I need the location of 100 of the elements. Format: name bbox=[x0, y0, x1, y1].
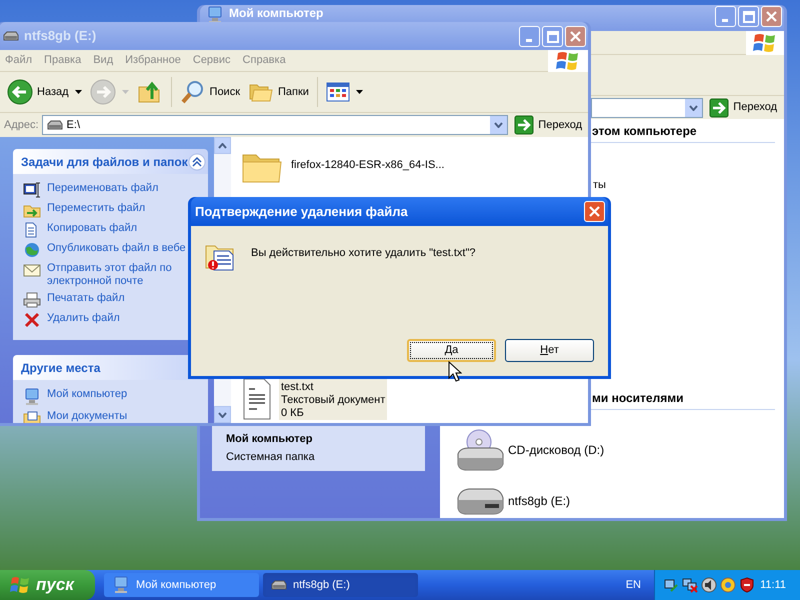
toolbar-button[interactable]: Папки bbox=[246, 75, 311, 109]
close-button[interactable] bbox=[565, 26, 586, 46]
caret-icon bbox=[356, 90, 363, 94]
maximize-icon bbox=[545, 28, 560, 44]
menu-item[interactable]: Правка bbox=[38, 52, 88, 69]
task-link[interactable]: Переименовать файл bbox=[47, 182, 158, 195]
panel-title: Другие места bbox=[21, 360, 100, 376]
window-title: ntfs8gb (E:) bbox=[24, 27, 96, 46]
envelope-icon bbox=[23, 262, 41, 278]
menu-item[interactable]: Вид bbox=[87, 52, 120, 69]
network-icon bbox=[663, 577, 679, 593]
panel-header[interactable]: Другие места bbox=[13, 355, 208, 380]
menu-item[interactable]: Файл bbox=[0, 52, 38, 69]
drive-icon bbox=[3, 30, 19, 42]
file-type: Текстовый документ bbox=[281, 394, 386, 407]
address-field[interactable] bbox=[591, 98, 704, 118]
taskbar-button[interactable]: ntfs8gb (E:) bbox=[263, 573, 418, 597]
drive-icon bbox=[46, 120, 63, 130]
maximize-icon bbox=[741, 9, 756, 24]
section-heading: ми носителями bbox=[592, 391, 684, 405]
file-name: firefox-12840-ESR-x86_64-IS... bbox=[291, 159, 444, 172]
clock: 11:11 bbox=[760, 578, 786, 593]
cd-drive-icon bbox=[455, 428, 505, 472]
views-icon bbox=[326, 82, 350, 102]
shield-icon bbox=[739, 577, 755, 593]
file-name: test.txt bbox=[281, 381, 314, 394]
delete-icon bbox=[23, 312, 41, 328]
drive-label[interactable]: ntfs8gb (E:) bbox=[508, 492, 570, 510]
minimize-button[interactable] bbox=[715, 6, 736, 27]
go-button[interactable]: Переход bbox=[706, 96, 780, 118]
minimize-icon bbox=[722, 19, 729, 22]
maximize-button[interactable] bbox=[738, 6, 759, 27]
start-button[interactable]: пуск bbox=[0, 570, 95, 600]
globe-icon bbox=[23, 242, 41, 258]
documents-folder-icon bbox=[23, 410, 41, 423]
scroll-down-button[interactable] bbox=[214, 406, 231, 423]
scroll-up-button[interactable] bbox=[214, 137, 231, 154]
menu-item[interactable]: Справка bbox=[236, 52, 292, 69]
address-label: Адрес: bbox=[3, 118, 39, 133]
task-link[interactable]: Копировать файл bbox=[47, 222, 138, 235]
taskbar-button[interactable]: Мой компьютер bbox=[104, 573, 259, 597]
globe-icon bbox=[720, 577, 736, 593]
close-icon bbox=[764, 9, 779, 24]
details-title: Мой компьютер bbox=[226, 432, 314, 447]
item-label: ты bbox=[592, 178, 607, 192]
caret-icon bbox=[494, 122, 504, 128]
windows-logo-icon bbox=[555, 50, 581, 72]
task-link[interactable]: Мои документы bbox=[47, 410, 128, 423]
computer-icon bbox=[206, 6, 224, 24]
computer-icon bbox=[23, 388, 41, 406]
file-item[interactable]: test.txt Текстовый документ 0 КБ bbox=[279, 377, 388, 420]
task-link[interactable]: Опубликовать файл в вебе bbox=[47, 242, 186, 255]
maximize-button[interactable] bbox=[542, 26, 563, 46]
dialog-button[interactable]: Нет bbox=[505, 339, 594, 362]
drive-label[interactable]: CD-дисковод (D:) bbox=[508, 440, 604, 458]
close-button[interactable] bbox=[761, 6, 782, 27]
search-icon bbox=[180, 79, 206, 105]
file-size: 0 КБ bbox=[281, 407, 305, 420]
close-icon bbox=[587, 204, 602, 219]
language-indicator[interactable]: EN bbox=[626, 576, 641, 594]
close-icon bbox=[568, 28, 583, 44]
collapse-icon bbox=[188, 152, 206, 170]
toolbar-button[interactable]: Назад bbox=[5, 75, 84, 109]
dropdown-button[interactable] bbox=[685, 98, 702, 116]
windows-logo-icon bbox=[752, 32, 778, 54]
dialog-button[interactable]: Да bbox=[407, 339, 496, 362]
caret-icon bbox=[74, 90, 82, 94]
dialog-title: Подтверждение удаления файла bbox=[195, 202, 408, 221]
network-disconnected-icon bbox=[682, 577, 698, 593]
dropdown-button[interactable] bbox=[490, 116, 508, 134]
address-field[interactable]: E:\ bbox=[42, 115, 508, 135]
minimize-button[interactable] bbox=[519, 26, 540, 46]
window-title: Мой компьютер bbox=[229, 6, 324, 20]
rename-icon bbox=[23, 182, 41, 198]
panel-header[interactable]: Задачи для файлов и папок bbox=[13, 149, 208, 174]
printer-icon bbox=[23, 292, 41, 308]
task-link[interactable]: Удалить файл bbox=[47, 312, 120, 325]
task-link[interactable]: Мой компьютер bbox=[47, 388, 128, 401]
task-link[interactable]: Отправить этот файл по электронной почте bbox=[47, 262, 187, 288]
drive-icon bbox=[271, 580, 287, 590]
section-heading: этом компьютере bbox=[592, 124, 697, 138]
details-subtitle: Системная папка bbox=[226, 450, 316, 464]
caret-icon bbox=[689, 104, 698, 110]
address-text: E:\ bbox=[66, 118, 81, 133]
windows-logo-icon bbox=[10, 576, 30, 594]
minimize-icon bbox=[526, 38, 533, 42]
toolbar-button[interactable]: Поиск bbox=[178, 75, 242, 109]
mouse-pointer-icon bbox=[448, 361, 462, 383]
caret-icon bbox=[122, 90, 129, 94]
hard-drive-icon bbox=[455, 486, 505, 516]
panel-title: Задачи для файлов и папок bbox=[21, 154, 188, 170]
task-link[interactable]: Переместить файл bbox=[47, 202, 146, 215]
task-link[interactable]: Печатать файл bbox=[47, 292, 125, 305]
menu-item[interactable]: Сервис bbox=[186, 52, 237, 69]
speaker-icon bbox=[701, 577, 717, 593]
close-button[interactable] bbox=[584, 201, 605, 222]
dialog-message: Вы действительно хотите удалить "test.txt"? bbox=[251, 246, 476, 261]
computer-icon bbox=[112, 576, 130, 594]
menu-item[interactable]: Избранное bbox=[119, 52, 187, 69]
go-button[interactable]: Переход bbox=[511, 114, 585, 136]
